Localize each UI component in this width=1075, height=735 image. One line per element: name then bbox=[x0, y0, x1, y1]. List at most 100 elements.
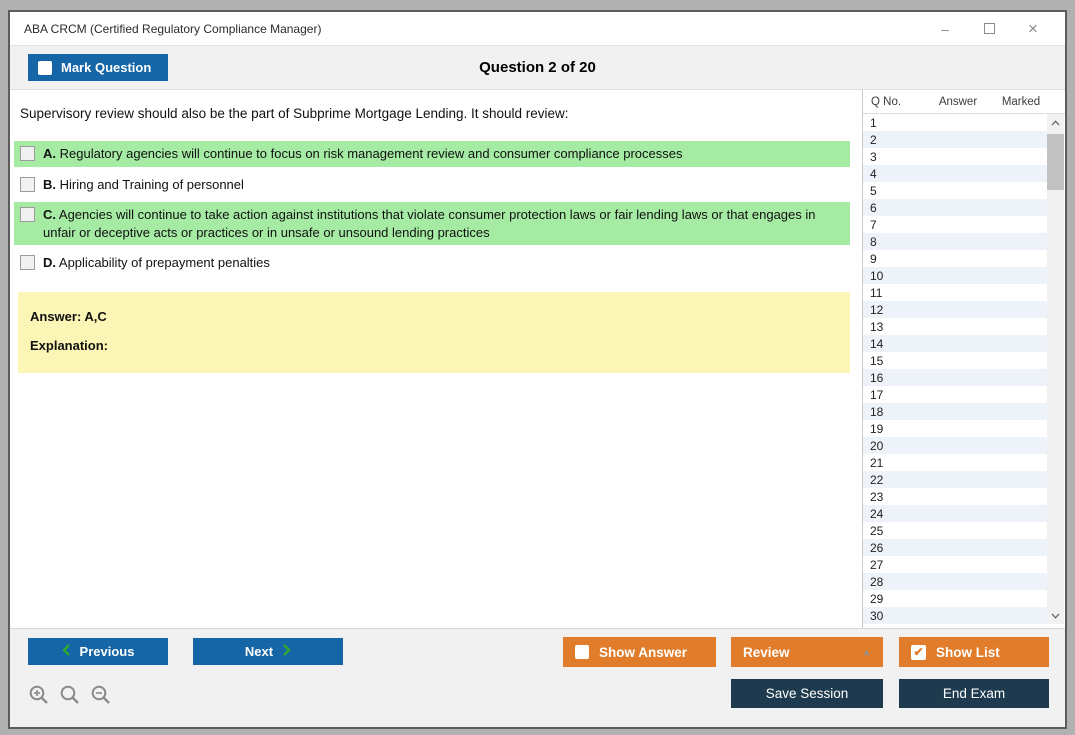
option-a-checkbox[interactable] bbox=[20, 146, 35, 161]
question-list-row[interactable]: 11 bbox=[863, 284, 1048, 301]
question-list-row[interactable]: 23 bbox=[863, 488, 1048, 505]
question-number: 18 bbox=[870, 404, 884, 419]
question-list-row[interactable]: 19 bbox=[863, 420, 1048, 437]
mark-question-button[interactable]: Mark Question bbox=[28, 54, 168, 81]
question-list-row[interactable]: 24 bbox=[863, 505, 1048, 522]
col-answer: Answer bbox=[938, 95, 978, 108]
show-list-checkbox[interactable]: ✔ bbox=[911, 644, 926, 660]
question-number: 11 bbox=[870, 285, 883, 300]
question-list-row[interactable]: 8 bbox=[863, 233, 1048, 250]
question-number: 5 bbox=[870, 183, 877, 198]
question-list-row[interactable]: 14 bbox=[863, 335, 1048, 352]
question-list-row[interactable]: 9 bbox=[863, 250, 1048, 267]
question-list-row[interactable]: 28 bbox=[863, 573, 1048, 590]
question-text: Supervisory review should also be the pa… bbox=[20, 106, 569, 121]
zoom-in-icon[interactable] bbox=[28, 684, 50, 711]
minimize-icon[interactable]: – bbox=[923, 15, 967, 43]
question-number: 3 bbox=[870, 149, 877, 164]
zoom-toolbar bbox=[28, 684, 112, 711]
question-list-row[interactable]: 10 bbox=[863, 267, 1048, 284]
question-number: 24 bbox=[870, 506, 884, 521]
question-list-row[interactable]: 6 bbox=[863, 199, 1048, 216]
option-b-text: B. Hiring and Training of personnel bbox=[43, 176, 244, 192]
show-answer-checkbox[interactable] bbox=[575, 645, 589, 659]
answer-line: Answer: A,C bbox=[30, 308, 107, 324]
option-c[interactable]: C. Agencies will continue to take action… bbox=[14, 202, 850, 246]
end-exam-label: End Exam bbox=[942, 686, 1006, 701]
question-list-row[interactable]: 17 bbox=[863, 386, 1048, 403]
question-counter: Question 2 of 20 bbox=[479, 59, 596, 76]
question-list-row[interactable]: 1 bbox=[863, 114, 1048, 131]
scrollbar-thumb[interactable] bbox=[1047, 134, 1064, 190]
option-a-text: A. Regulatory agencies will continue to … bbox=[43, 146, 683, 161]
question-number: 2 bbox=[870, 132, 877, 147]
question-list-row[interactable]: 29 bbox=[863, 590, 1048, 607]
show-answer-button[interactable]: Show Answer bbox=[563, 637, 716, 667]
question-list-row[interactable]: 3 bbox=[863, 148, 1048, 165]
question-list-panel: Q No. Answer Marked 1 2 3 4 5 6 7 8 9 10 11 12 13 14 1… bbox=[862, 90, 1065, 628]
question-number: 29 bbox=[870, 591, 884, 606]
maximize-icon[interactable] bbox=[967, 15, 1011, 43]
question-list-row[interactable]: 25 bbox=[863, 522, 1048, 539]
save-session-button[interactable]: Save Session bbox=[731, 679, 883, 708]
option-b[interactable]: B. Hiring and Training of personnel bbox=[14, 172, 850, 198]
scroll-down-icon[interactable] bbox=[1047, 607, 1064, 624]
question-list-row[interactable]: 27 bbox=[863, 556, 1048, 573]
question-list-row[interactable]: 16 bbox=[863, 369, 1048, 386]
question-list-row[interactable]: 26 bbox=[863, 539, 1048, 556]
zoom-out-icon[interactable] bbox=[90, 684, 112, 711]
app-window: ABA CRCM (Certified Regulatory Complianc… bbox=[8, 10, 1067, 729]
question-list-row[interactable]: 18 bbox=[863, 403, 1048, 420]
question-number: 25 bbox=[870, 523, 884, 538]
question-list-header: Q No. Answer Marked bbox=[863, 90, 1065, 114]
option-d[interactable]: D. Applicability of prepayment penalties bbox=[14, 250, 850, 276]
show-answer-label: Show Answer bbox=[599, 644, 688, 660]
explanation-line: Explanation: bbox=[30, 337, 109, 353]
question-list-row[interactable]: 5 bbox=[863, 182, 1048, 199]
question-number: 6 bbox=[870, 200, 877, 215]
question-number: 9 bbox=[870, 251, 877, 266]
zoom-reset-icon[interactable] bbox=[59, 684, 81, 711]
show-list-button[interactable]: ✔ Show List bbox=[899, 637, 1049, 667]
question-list-row[interactable]: 20 bbox=[863, 437, 1048, 454]
question-number: 17 bbox=[870, 387, 884, 402]
main-area: Supervisory review should also be the pa… bbox=[10, 90, 1065, 628]
question-number: 23 bbox=[870, 489, 884, 504]
previous-button[interactable]: Previous bbox=[28, 638, 168, 665]
question-list-row[interactable]: 13 bbox=[863, 318, 1048, 335]
question-number: 14 bbox=[870, 336, 884, 351]
option-c-checkbox[interactable] bbox=[20, 207, 35, 223]
question-list-row[interactable]: 15 bbox=[863, 352, 1048, 369]
question-list-row[interactable]: 30 bbox=[863, 607, 1048, 624]
question-list-row[interactable]: 2 bbox=[863, 131, 1048, 148]
review-dropdown[interactable]: Review ▲ bbox=[731, 637, 883, 667]
question-number: 16 bbox=[870, 370, 884, 385]
close-icon[interactable]: × bbox=[1011, 15, 1055, 43]
next-button[interactable]: Next bbox=[193, 638, 343, 665]
question-number: 1 bbox=[870, 115, 877, 130]
header-band: Mark Question Question 2 of 20 bbox=[10, 46, 1065, 90]
question-number: 13 bbox=[870, 319, 884, 334]
question-list-scrollbar[interactable] bbox=[1047, 114, 1064, 624]
question-number: 7 bbox=[870, 217, 877, 232]
option-d-checkbox[interactable] bbox=[20, 255, 35, 271]
option-a[interactable]: A. Regulatory agencies will continue to … bbox=[14, 141, 850, 167]
question-number: 20 bbox=[870, 438, 884, 453]
question-list-row[interactable]: 7 bbox=[863, 216, 1048, 233]
question-number: 4 bbox=[870, 166, 877, 181]
question-list-row[interactable]: 21 bbox=[863, 454, 1048, 471]
option-b-checkbox[interactable] bbox=[20, 176, 35, 192]
question-list-row[interactable]: 4 bbox=[863, 165, 1048, 182]
scroll-up-icon[interactable] bbox=[1047, 114, 1064, 131]
question-number: 27 bbox=[870, 557, 884, 572]
question-panel: Supervisory review should also be the pa… bbox=[10, 90, 862, 628]
mark-question-checkbox[interactable] bbox=[38, 60, 52, 75]
col-marked: Marked bbox=[1001, 95, 1041, 108]
question-number: 30 bbox=[870, 608, 884, 623]
question-list-row[interactable]: 12 bbox=[863, 301, 1048, 318]
question-list-row[interactable]: 22 bbox=[863, 471, 1048, 488]
end-exam-button[interactable]: End Exam bbox=[899, 679, 1049, 708]
question-number: 12 bbox=[870, 302, 884, 317]
window-controls: – × bbox=[923, 15, 1055, 43]
review-label: Review bbox=[743, 644, 790, 660]
